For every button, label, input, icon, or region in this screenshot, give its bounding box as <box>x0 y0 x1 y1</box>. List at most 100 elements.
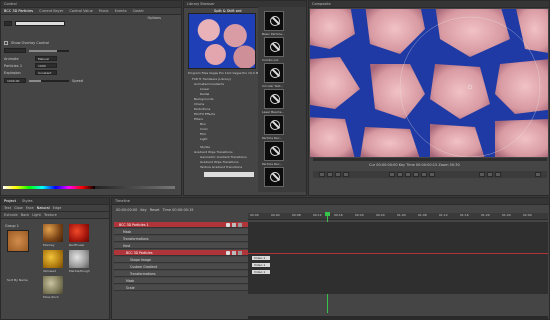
tree-item-backgrounds[interactable]: Backgrounds <box>194 97 213 101</box>
options-label[interactable]: Options <box>147 16 161 20</box>
subtab-texture[interactable]: Texture <box>44 213 57 217</box>
tree-item-texture[interactable]: Texture Gradient Transitions <box>200 165 242 169</box>
lock-icon[interactable] <box>232 251 236 255</box>
param-value-particles[interactable]: 1000 <box>35 63 57 68</box>
tree-item-chains[interactable]: Chains <box>194 102 204 106</box>
style-thumb-4[interactable] <box>69 250 89 268</box>
audio-icon[interactable] <box>238 223 242 227</box>
track-transformations-2[interactable]: Transformations <box>114 271 248 277</box>
clip-video-2[interactable]: Video 1 <box>252 263 270 267</box>
show-overlay-checkbox[interactable] <box>4 41 8 45</box>
track-scale[interactable]: Scale <box>114 285 248 291</box>
library-search-field[interactable] <box>204 172 254 177</box>
style-thumb-2[interactable] <box>69 224 89 242</box>
param-value-explosion[interactable]: Constant <box>35 70 57 75</box>
subtab-light[interactable]: Light <box>32 213 41 217</box>
tree-item-geometric[interactable]: Geometric Gradient Transitions <box>200 155 247 159</box>
subtab-edge[interactable]: Edge <box>53 206 62 210</box>
speed-slider[interactable] <box>29 79 69 82</box>
timeline-clip-area[interactable] <box>248 222 548 294</box>
thumb-combo-out[interactable] <box>264 37 284 57</box>
key-add-button[interactable] <box>421 172 427 177</box>
tree-item-color[interactable]: Color <box>200 127 208 131</box>
playhead-handle[interactable] <box>325 212 330 216</box>
thumb-basic-particle[interactable] <box>264 11 284 31</box>
play-button[interactable] <box>319 172 325 177</box>
style-thumb-3[interactable] <box>43 250 63 268</box>
thumb-circular[interactable] <box>264 63 284 83</box>
tab-project[interactable]: Project <box>4 199 16 203</box>
clip-video-1[interactable]: Video 1 <box>252 256 270 260</box>
tree-item-gradient-wipe-2[interactable]: Gradient Wipe Transitions <box>200 160 239 164</box>
key-next-button[interactable] <box>429 172 435 177</box>
tree-item-filters[interactable]: Filters <box>194 117 203 121</box>
rewind-button[interactable] <box>335 172 341 177</box>
view-button-2[interactable] <box>487 172 493 177</box>
tab-styles[interactable]: Styles <box>22 199 33 203</box>
thumb-particle[interactable] <box>264 167 284 187</box>
tree-item-film[interactable]: Film <box>200 132 206 136</box>
ffwd-button[interactable] <box>343 172 349 177</box>
track-shape-image[interactable]: Shape Image <box>114 257 248 263</box>
subtab-natural[interactable]: Natural <box>37 206 50 210</box>
eye-icon[interactable] <box>226 223 230 227</box>
tree-item-gradient-wipe[interactable]: Gradient Wipe Transitions <box>194 150 233 154</box>
tab-control-value[interactable]: Control Value <box>69 9 92 13</box>
tab-bcc-3d-particles[interactable]: BCC 3D Particles <box>4 9 33 13</box>
time-field[interactable]: 1000.00 <box>4 78 26 83</box>
view-button-1[interactable] <box>479 172 485 177</box>
track-custom-gradient[interactable]: Custom Gradient <box>114 264 248 270</box>
tree-item-stylize[interactable]: Stylize <box>200 145 210 149</box>
subtab-glow[interactable]: Glow <box>14 206 23 210</box>
thumb-particle-rec-2[interactable] <box>264 141 284 161</box>
timeline-key[interactable]: Key <box>140 208 146 212</box>
preset-field[interactable] <box>4 21 12 26</box>
stop-button[interactable] <box>327 172 333 177</box>
timeline-ruler[interactable]: 00:00 00:04 00:08 00:12 00:16 00:20 00:2… <box>248 213 548 220</box>
tab-events[interactable]: Events <box>115 9 127 13</box>
clip-video-3[interactable]: Video 1 <box>252 270 270 274</box>
track-mask[interactable]: Mask <box>114 229 248 235</box>
lock-icon[interactable] <box>232 223 236 227</box>
preset-name-field[interactable] <box>15 21 65 26</box>
prev-frame-button[interactable] <box>389 172 395 177</box>
subtab-face[interactable]: Face <box>26 206 34 210</box>
thumb-laser[interactable] <box>264 89 284 109</box>
settings-button[interactable] <box>535 172 541 177</box>
next-frame-button[interactable] <box>397 172 403 177</box>
track-transformations[interactable]: Transformations <box>114 236 248 242</box>
tree-item-linear[interactable]: Linear <box>200 87 209 91</box>
composite-scrub-bar[interactable] <box>313 158 547 161</box>
param-value-animate[interactable]: Manual <box>35 56 57 61</box>
thumb-particle-rec[interactable] <box>264 115 284 135</box>
sort-label[interactable]: Sort By Name <box>7 278 28 282</box>
style-thumb-5[interactable] <box>43 276 63 294</box>
slider-track[interactable] <box>29 49 69 52</box>
audio-icon[interactable] <box>238 251 242 255</box>
loop-button[interactable] <box>405 172 411 177</box>
tree-item-radial[interactable]: Radial <box>200 92 209 96</box>
tab-current-keyer[interactable]: Current Keyer <box>39 9 63 13</box>
tab-music[interactable]: Music <box>99 9 109 13</box>
eye-icon[interactable] <box>226 251 230 255</box>
track-bcc-particles[interactable]: BCC 3D Particles 1 <box>114 222 248 228</box>
tree-item-filmfx[interactable]: FilmFX Effects <box>194 112 215 116</box>
tab-caster[interactable]: Caster <box>133 9 144 13</box>
style-thumb-1[interactable] <box>43 224 63 242</box>
tree-item-distortions[interactable]: Distortions <box>194 107 210 111</box>
view-button-3[interactable] <box>495 172 501 177</box>
color-gradient-bar[interactable] <box>3 186 95 189</box>
track-mask-2[interactable]: Mask <box>114 278 248 284</box>
timeline-reset[interactable]: Reset <box>150 208 160 212</box>
tree-item-root[interactable]: FXD Tr Hardware (Library) <box>192 77 231 81</box>
tree-item-light[interactable]: Light <box>200 137 208 141</box>
tree-item-animated[interactable]: Animated Gradients <box>194 82 224 86</box>
color-gradient-slider[interactable] <box>95 186 175 189</box>
track-bcc-particles-sub[interactable]: BCC 3D Particles <box>114 250 248 256</box>
track-host[interactable]: Host <box>114 243 248 249</box>
composite-canvas[interactable] <box>310 9 548 157</box>
tree-item-blur[interactable]: Blur <box>200 122 206 126</box>
subtab-text[interactable]: Text <box>4 206 11 210</box>
subtab-back[interactable]: Back <box>21 213 30 217</box>
timeline-scrollbar[interactable] <box>248 316 548 319</box>
